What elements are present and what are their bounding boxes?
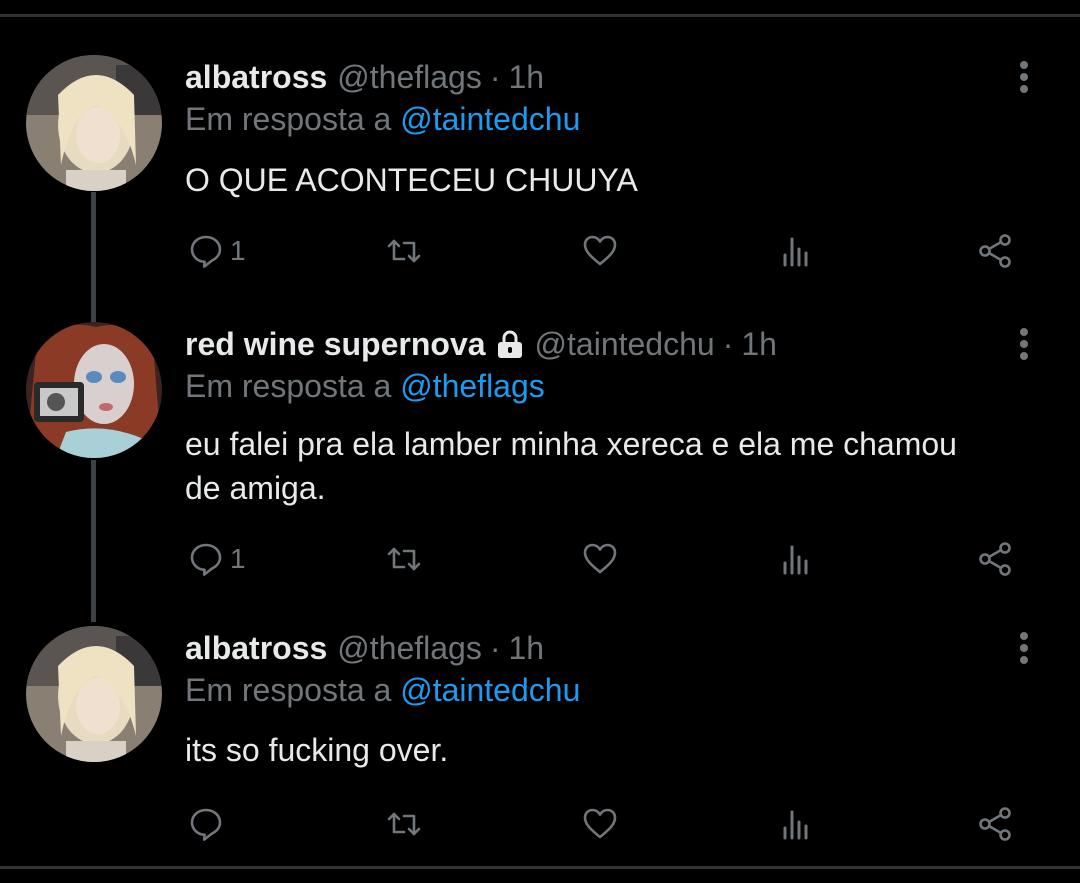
reply-context: Em resposta a @theflags (185, 368, 545, 405)
share-icon (975, 804, 1015, 844)
mention-link[interactable]: @taintedchu (400, 101, 580, 137)
action-bar: 1 (0, 226, 1080, 276)
user-handle[interactable]: @theflags (337, 59, 482, 96)
reply-prefix: Em resposta a (185, 101, 392, 137)
retweet-icon (384, 231, 424, 271)
views-button[interactable] (777, 534, 817, 584)
avatar[interactable] (26, 626, 162, 762)
reply-count: 1 (230, 543, 246, 574)
share-button[interactable] (975, 226, 1015, 276)
tweet-header: albatross @theflags · 1h (185, 55, 544, 99)
avatar[interactable] (26, 55, 162, 191)
heart-icon (580, 231, 620, 271)
reply-prefix: Em resposta a (185, 672, 392, 708)
like-button[interactable] (580, 226, 620, 276)
timestamp[interactable]: 1h (509, 59, 545, 96)
more-icon[interactable] (1010, 55, 1038, 99)
reply-icon (186, 804, 226, 844)
like-button[interactable] (580, 799, 620, 849)
more-icon[interactable] (1010, 626, 1038, 670)
reply-button[interactable]: 1 (186, 534, 246, 584)
lock-icon (495, 329, 525, 359)
tweet-header: red wine supernova @taintedchu · 1h (185, 322, 777, 366)
retweet-icon (384, 539, 424, 579)
share-icon (975, 539, 1015, 579)
timestamp[interactable]: 1h (509, 630, 545, 667)
heart-icon (580, 804, 620, 844)
user-handle[interactable]: @theflags (337, 630, 482, 667)
avatar[interactable] (26, 322, 162, 458)
mention-link[interactable]: @taintedchu (400, 672, 580, 708)
share-button[interactable] (975, 799, 1015, 849)
user-handle[interactable]: @taintedchu (535, 326, 715, 363)
reply-context: Em resposta a @taintedchu (185, 101, 580, 138)
reply-button[interactable]: 1 (186, 226, 246, 276)
separator: · (722, 325, 734, 362)
thread-screen: albatross @theflags · 1h Em resposta a @… (0, 0, 1080, 883)
reply-button[interactable] (186, 799, 230, 849)
analytics-icon (777, 539, 817, 579)
tweet-header: albatross @theflags · 1h (185, 626, 544, 670)
top-divider (0, 14, 1080, 17)
retweet-button[interactable] (384, 799, 424, 849)
separator: · (489, 58, 501, 95)
more-icon[interactable] (1010, 322, 1038, 366)
reply-icon (186, 539, 226, 579)
bottom-divider (0, 866, 1080, 869)
reply-context: Em resposta a @taintedchu (185, 672, 580, 709)
share-button[interactable] (975, 534, 1015, 584)
tweet-text: O QUE ACONTECEU CHUUYA (185, 162, 638, 198)
display-name[interactable]: albatross (185, 630, 327, 667)
tweet-text: eu falei pra ela lamber minha xereca e e… (185, 426, 957, 506)
views-button[interactable] (777, 799, 817, 849)
retweet-button[interactable] (384, 226, 424, 276)
tweet[interactable]: red wine supernova @taintedchu · 1h Em r… (0, 322, 1080, 592)
display-name[interactable]: red wine supernova (185, 326, 486, 363)
tweet-text: its so fucking over. (185, 732, 449, 768)
separator: · (489, 629, 501, 666)
display-name[interactable]: albatross (185, 59, 327, 96)
tweet[interactable]: albatross @theflags · 1h Em resposta a @… (0, 626, 1080, 856)
analytics-icon (777, 804, 817, 844)
like-button[interactable] (580, 534, 620, 584)
share-icon (975, 231, 1015, 271)
views-button[interactable] (777, 226, 817, 276)
action-bar: 1 (0, 534, 1080, 584)
mention-link[interactable]: @theflags (400, 368, 545, 404)
reply-count: 1 (230, 235, 246, 266)
retweet-icon (384, 804, 424, 844)
timestamp[interactable]: 1h (741, 326, 777, 363)
retweet-button[interactable] (384, 534, 424, 584)
analytics-icon (777, 231, 817, 271)
action-bar (0, 799, 1080, 849)
heart-icon (580, 539, 620, 579)
tweet[interactable]: albatross @theflags · 1h Em resposta a @… (0, 55, 1080, 295)
reply-icon (186, 231, 226, 271)
reply-prefix: Em resposta a (185, 368, 392, 404)
